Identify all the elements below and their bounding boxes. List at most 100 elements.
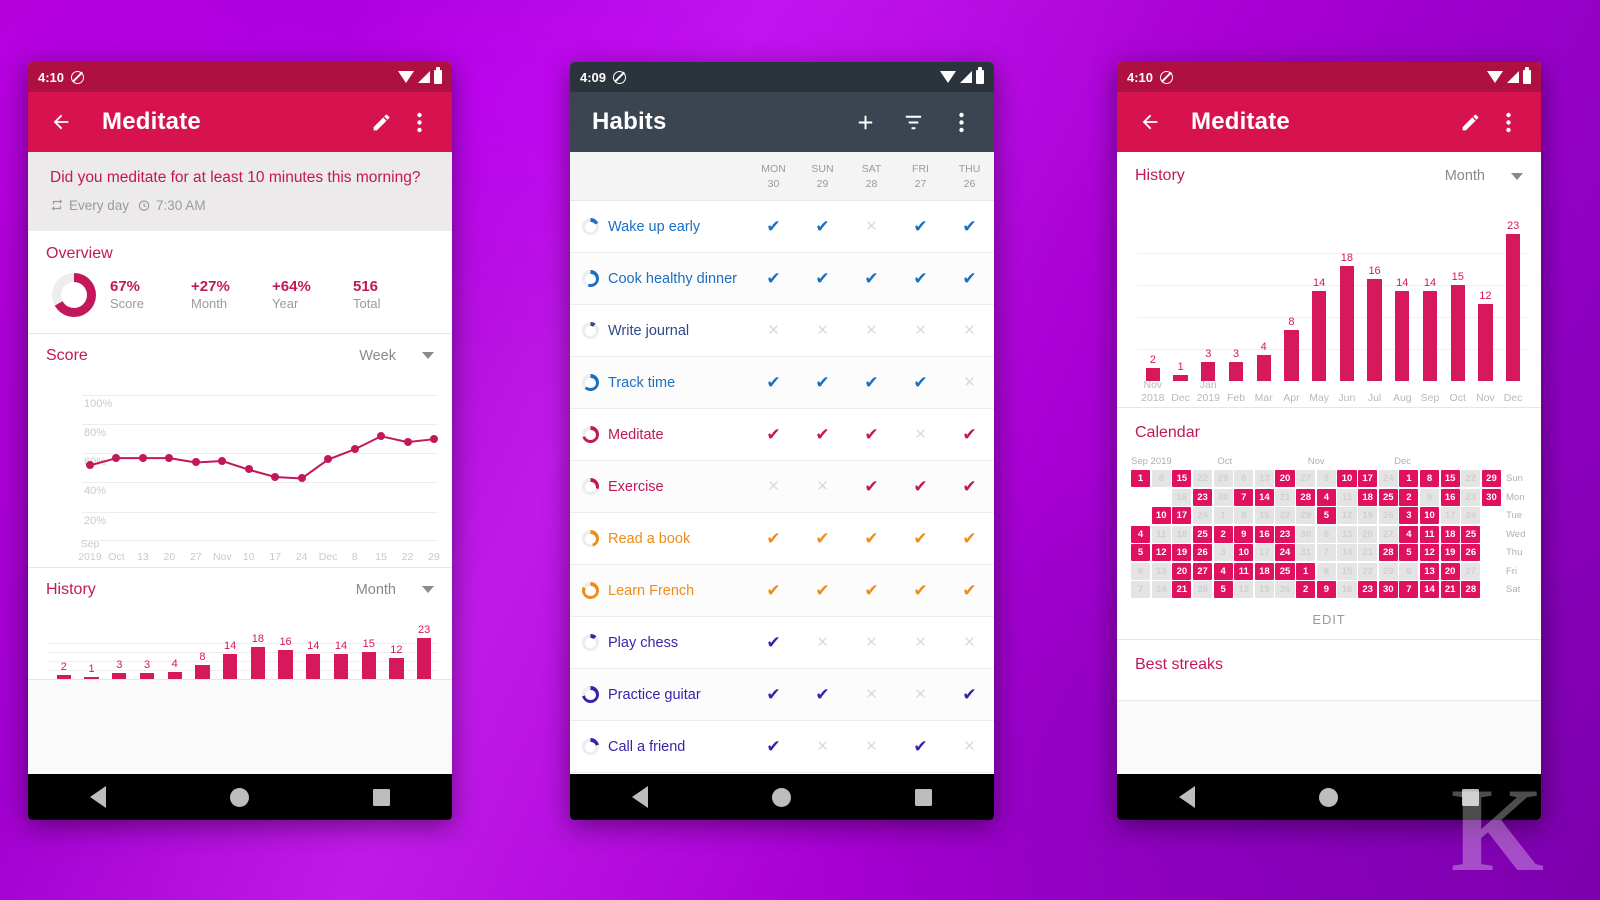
habit-row[interactable]: Wake up early ✔ ✔ ✕ ✔ ✔	[570, 201, 994, 254]
calendar-missed-day[interactable]: 8	[1151, 470, 1171, 487]
habit-cross-cell[interactable]: ✕	[896, 427, 945, 442]
habit-cross-cell[interactable]: ✕	[896, 635, 945, 650]
calendar-missed-day[interactable]: 20	[1358, 525, 1378, 543]
habit-cross-cell[interactable]: ✕	[847, 323, 896, 338]
habit-check-cell[interactable]: ✔	[945, 426, 994, 443]
habit-check-cell[interactable]: ✔	[749, 634, 798, 651]
calendar-missed-day[interactable]: 3	[1316, 470, 1336, 487]
calendar-completed-day[interactable]: 1	[1131, 470, 1151, 487]
calendar-completed-day[interactable]: 11	[1234, 562, 1254, 580]
calendar-completed-day[interactable]: 9	[1234, 525, 1254, 543]
calendar-completed-day[interactable]: 30	[1481, 488, 1502, 506]
calendar-completed-day[interactable]: 7	[1399, 581, 1419, 598]
calendar-edit-button[interactable]: EDIT	[1117, 598, 1541, 639]
nav-back-icon[interactable]	[632, 786, 648, 808]
history-range-dropdown[interactable]: Month	[356, 582, 434, 598]
habit-check-cell[interactable]: ✔	[945, 218, 994, 235]
calendar-missed-day[interactable]: 22	[1461, 470, 1481, 487]
habit-check-cell[interactable]: ✔	[945, 530, 994, 547]
nav-recents-icon[interactable]	[373, 788, 390, 806]
habit-cross-cell[interactable]: ✕	[945, 323, 994, 338]
calendar-completed-day[interactable]: 4	[1316, 488, 1336, 506]
calendar-completed-day[interactable]: 25	[1461, 525, 1481, 543]
calendar-completed-day[interactable]: 4	[1131, 525, 1151, 543]
calendar-missed-day[interactable]: 12	[1337, 507, 1357, 524]
habit-row[interactable]: Play chess ✔ ✕ ✕ ✕ ✕	[570, 617, 994, 670]
calendar-missed-day[interactable]: 11	[1337, 488, 1357, 506]
calendar-missed-day[interactable]: 18	[1172, 525, 1192, 543]
habit-cross-cell[interactable]: ✕	[896, 687, 945, 702]
back-arrow-icon[interactable]	[1131, 103, 1169, 141]
calendar-missed-day[interactable]: 16	[1172, 488, 1192, 506]
habit-cross-cell[interactable]: ✕	[798, 739, 847, 754]
habit-name-cell[interactable]: Learn French	[570, 582, 749, 600]
calendar-completed-day[interactable]: 2	[1213, 525, 1233, 543]
habit-cross-cell[interactable]: ✕	[798, 479, 847, 494]
calendar-completed-day[interactable]: 2	[1296, 581, 1316, 598]
calendar-missed-day[interactable]: 29	[1296, 507, 1316, 524]
habit-name-cell[interactable]: Cook healthy dinner	[570, 270, 749, 288]
habit-check-cell[interactable]: ✔	[798, 218, 847, 235]
habit-name-cell[interactable]: Practice guitar	[570, 686, 749, 704]
calendar-missed-day[interactable]: 9	[1419, 488, 1440, 506]
habit-check-cell[interactable]: ✔	[896, 218, 945, 235]
habit-cross-cell[interactable]: ✕	[749, 479, 798, 494]
calendar-completed-day[interactable]: 17	[1358, 470, 1378, 487]
calendar-completed-day[interactable]: 20	[1275, 470, 1295, 487]
habit-row[interactable]: Write journal ✕ ✕ ✕ ✕ ✕	[570, 305, 994, 358]
calendar-completed-day[interactable]: 21	[1440, 581, 1460, 598]
habit-cross-cell[interactable]: ✕	[749, 323, 798, 338]
calendar-completed-day[interactable]: 3	[1399, 507, 1419, 524]
calendar-completed-day[interactable]: 23	[1192, 488, 1213, 506]
habit-name-cell[interactable]: Read a book	[570, 530, 749, 548]
calendar-completed-day[interactable]: 19	[1440, 544, 1460, 561]
calendar-heatmap-grid[interactable]: 1 4 5 6 7 8 10 11 12 13 14 15 16 17 18 19 20 21 22 23 24 25 26…	[1131, 470, 1502, 598]
calendar-completed-day[interactable]: 23	[1358, 581, 1378, 598]
calendar-missed-day[interactable]: 21	[1358, 544, 1378, 561]
calendar-missed-day[interactable]: 1	[1213, 507, 1233, 524]
calendar-missed-day[interactable]: 14	[1337, 544, 1357, 561]
calendar-completed-day[interactable]: 12	[1419, 544, 1440, 561]
habits-scroll-area[interactable]: MON 30 SUN 29 SAT 28 FRI 27 THU 26 Wake up early ✔…	[570, 152, 994, 774]
calendar-missed-day[interactable]: 6	[1399, 562, 1419, 580]
calendar-completed-day[interactable]: 20	[1440, 562, 1460, 580]
habit-name-cell[interactable]: Wake up early	[570, 218, 749, 236]
calendar-missed-day[interactable]: 30	[1213, 488, 1233, 506]
calendar-missed-day[interactable]: 24	[1192, 507, 1213, 524]
calendar-missed-day[interactable]: 22	[1275, 507, 1295, 524]
habit-cross-cell[interactable]: ✕	[945, 635, 994, 650]
habit-row[interactable]: Read a book ✔ ✔ ✔ ✔ ✔	[570, 513, 994, 566]
calendar-completed-day[interactable]: 5	[1131, 544, 1151, 561]
habit-check-cell[interactable]: ✔	[896, 738, 945, 755]
habit-row[interactable]: Learn French ✔ ✔ ✔ ✔ ✔	[570, 565, 994, 618]
calendar-missed-day[interactable]: 11	[1151, 525, 1171, 543]
calendar-completed-day[interactable]: 5	[1399, 544, 1419, 561]
calendar-completed-day[interactable]: 8	[1419, 470, 1440, 487]
habit-row[interactable]: Cook healthy dinner ✔ ✔ ✔ ✔ ✔	[570, 253, 994, 306]
nav-home-icon[interactable]	[1319, 787, 1338, 807]
calendar-missed-day[interactable]: 7	[1131, 581, 1151, 598]
habit-name-cell[interactable]: Track time	[570, 374, 749, 392]
calendar-completed-day[interactable]: 16	[1254, 525, 1274, 543]
habit-row[interactable]: Track time ✔ ✔ ✔ ✔ ✕	[570, 357, 994, 410]
habit-cross-cell[interactable]: ✕	[847, 219, 896, 234]
habit-row[interactable]: Meditate ✔ ✔ ✔ ✕ ✔	[570, 409, 994, 462]
filter-icon[interactable]	[894, 103, 932, 141]
calendar-completed-day[interactable]: 4	[1213, 562, 1233, 580]
history-range-dropdown[interactable]: Month	[1445, 168, 1523, 184]
habit-check-cell[interactable]: ✔	[847, 478, 896, 495]
habit-check-cell[interactable]: ✔	[945, 582, 994, 599]
habit-check-cell[interactable]: ✔	[945, 686, 994, 703]
calendar-missed-day[interactable]: 17	[1440, 507, 1460, 524]
habit-row[interactable]: Exercise ✕ ✕ ✔ ✔ ✔	[570, 461, 994, 514]
habit-check-cell[interactable]: ✔	[896, 582, 945, 599]
calendar-completed-day[interactable]: 14	[1419, 581, 1440, 598]
habit-cross-cell[interactable]: ✕	[798, 635, 847, 650]
calendar-completed-day[interactable]: 18	[1254, 562, 1274, 580]
calendar-completed-day[interactable]: 18	[1440, 525, 1460, 543]
habit-check-cell[interactable]: ✔	[798, 270, 847, 287]
habit-row[interactable]: Call a friend ✔ ✕ ✕ ✔ ✕	[570, 721, 994, 774]
calendar-missed-day[interactable]: 29	[1213, 470, 1233, 487]
calendar-completed-day[interactable]: 15	[1172, 470, 1192, 487]
calendar-missed-day[interactable]: 19	[1254, 581, 1274, 598]
